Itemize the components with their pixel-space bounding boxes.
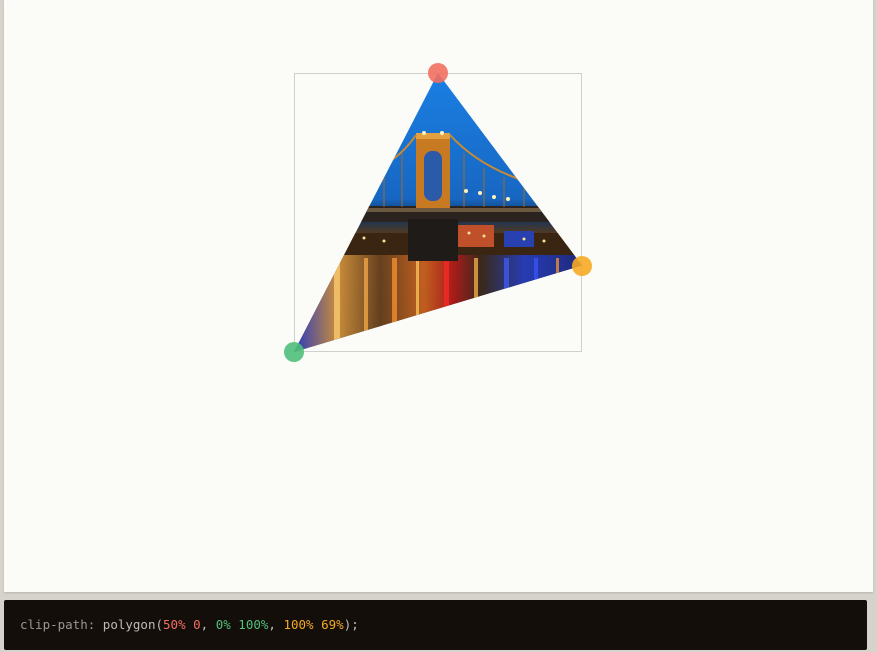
css-separator-2: ,: [268, 617, 284, 632]
clipped-bridge-image: [294, 73, 582, 352]
css-function-open: polygon(: [102, 617, 164, 632]
css-property-name: clip-path:: [20, 617, 96, 632]
css-point-2-value: 0% 100%: [215, 617, 269, 632]
css-point-1-value: 50% 0: [163, 617, 201, 632]
polygon-point-2-handle[interactable]: [284, 342, 304, 362]
polygon-point-3-handle[interactable]: [572, 255, 592, 276]
clip-path-code-output: clip-path: polygon(50% 0, 0% 100%, 100% …: [4, 600, 867, 650]
css-point-3-value: 100% 69%: [283, 617, 344, 632]
polygon-point-1-handle[interactable]: [428, 63, 448, 83]
css-separator-1: ,: [200, 617, 216, 632]
css-function-close: );: [343, 617, 359, 632]
